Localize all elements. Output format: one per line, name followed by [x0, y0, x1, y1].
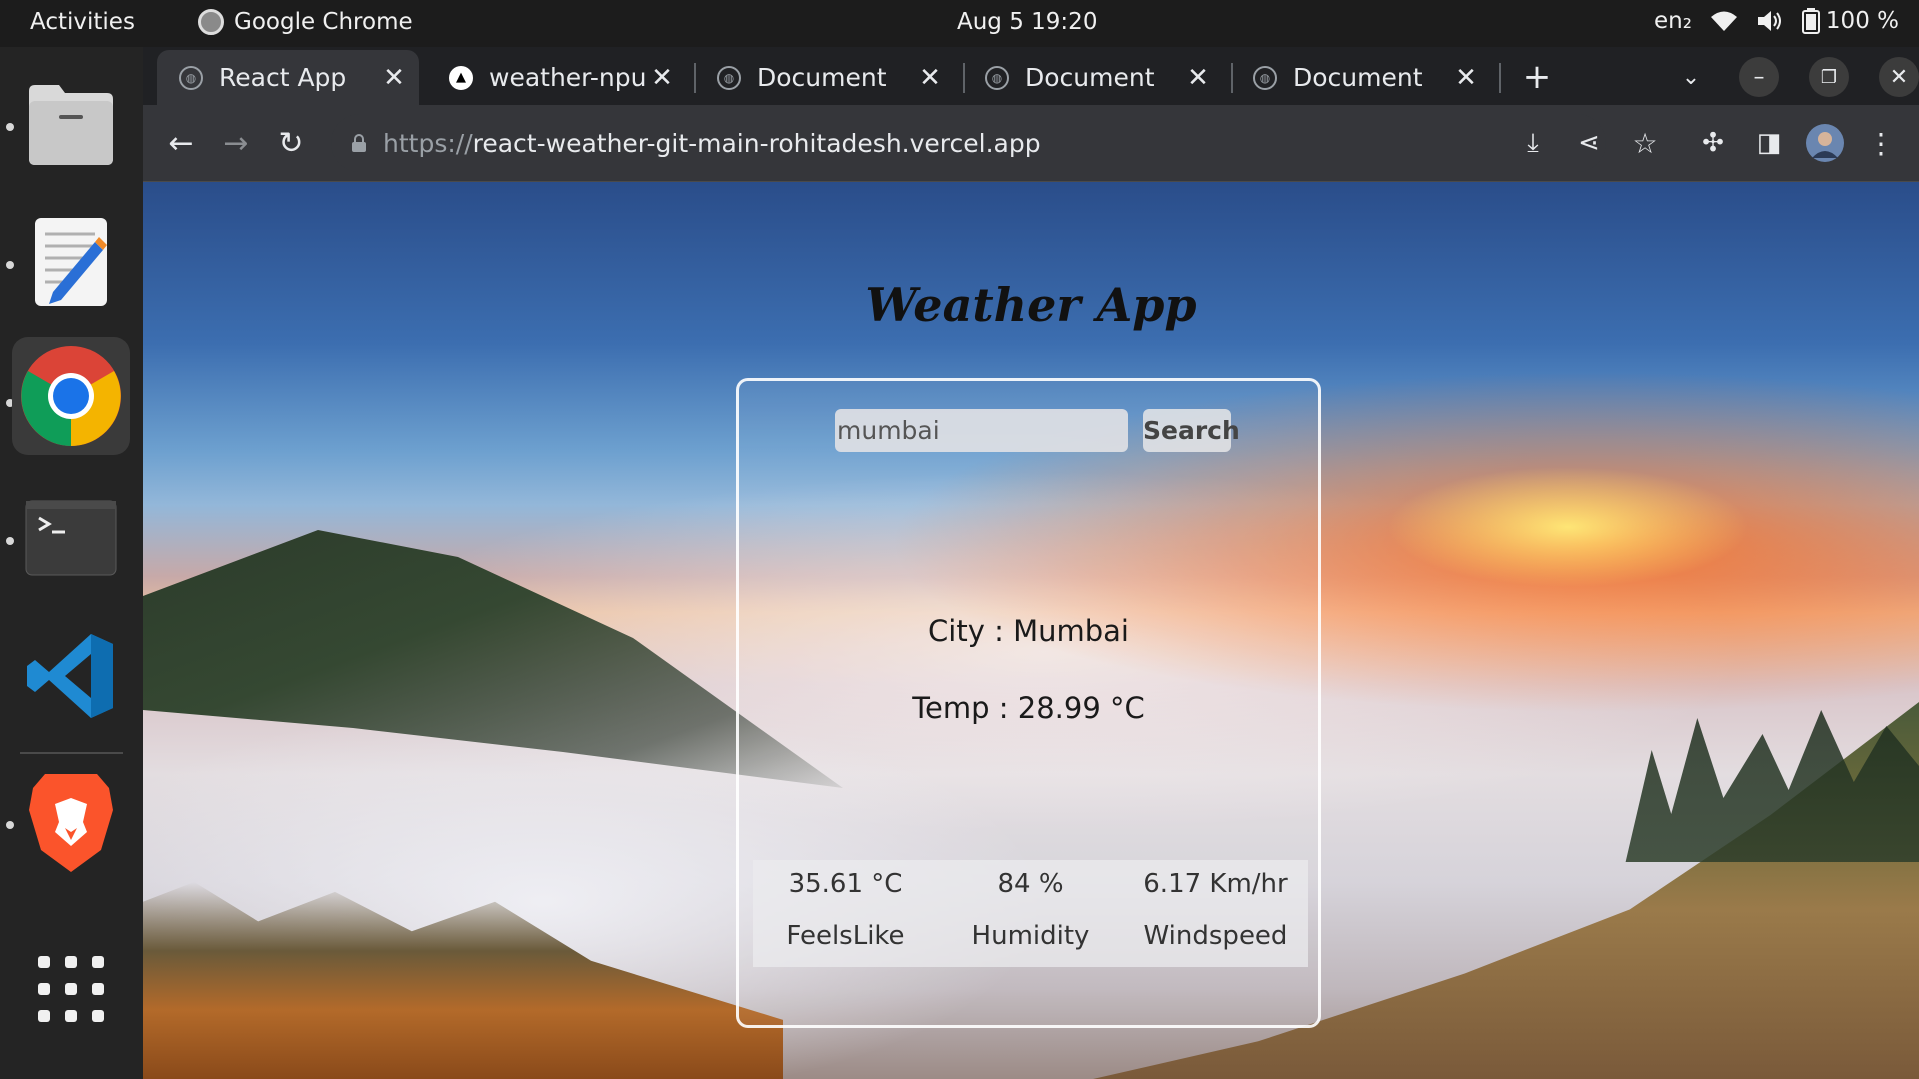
terminal-launcher[interactable] [12, 479, 130, 597]
search-button[interactable]: Search [1143, 409, 1240, 452]
restore-icon[interactable]: ❐ [1809, 57, 1849, 97]
extensions-puzzle-icon[interactable]: ✣ [1691, 121, 1735, 165]
globe-icon: ◍ [179, 65, 203, 90]
show-apps-button[interactable] [12, 919, 130, 1059]
system-tray[interactable]: en₂ 100 % [1654, 8, 1899, 34]
tab-title: React App [219, 63, 347, 92]
more-menu-icon[interactable]: ⋮ [1859, 121, 1903, 165]
globe-icon: ◍ [717, 65, 741, 90]
url-scheme: https:// [383, 128, 473, 158]
close-tab-icon[interactable]: ✕ [379, 63, 409, 93]
chrome-app-icon [198, 9, 224, 35]
close-tab-icon[interactable]: ✕ [1183, 63, 1213, 93]
city-label: City : Mumbai [928, 614, 1129, 648]
background-forest [143, 882, 783, 1079]
volume-icon [1757, 11, 1781, 31]
minimize-icon[interactable]: – [1739, 57, 1779, 97]
vercel-icon: ▲ [449, 65, 473, 90]
close-tab-icon[interactable]: ✕ [647, 63, 677, 93]
dock-separator [20, 752, 123, 754]
lock-icon [352, 134, 366, 152]
battery-indicator[interactable]: 100 % [1801, 8, 1899, 34]
share-icon[interactable]: ⋖ [1567, 121, 1611, 165]
tab-weather-npu[interactable]: ▲ weather-npu ✕ [427, 50, 687, 105]
stat-humidity: 84 % Humidity [938, 860, 1123, 967]
reload-icon[interactable]: ↻ [269, 121, 313, 165]
close-tab-icon[interactable]: ✕ [1451, 63, 1481, 93]
stat-label: FeelsLike [786, 921, 905, 951]
dock [0, 47, 143, 1079]
close-window-icon[interactable]: ✕ [1879, 57, 1919, 97]
text-editor-icon [35, 218, 107, 306]
files-launcher[interactable] [12, 65, 130, 183]
close-tab-icon[interactable]: ✕ [915, 63, 945, 93]
tab-separator [1499, 63, 1501, 93]
stat-value: 84 % [997, 869, 1064, 899]
install-app-icon[interactable]: ⤓ [1511, 121, 1555, 165]
files-icon [29, 85, 113, 165]
app-title: Weather App [865, 278, 1197, 332]
text-editor-launcher[interactable] [12, 203, 130, 321]
temperature-label: Temp : 28.99 °C [912, 691, 1145, 725]
weather-card: Search City : Mumbai Temp : 28.99 °C 35.… [736, 378, 1321, 1028]
brave-icon [29, 774, 113, 872]
vscode-icon [27, 634, 113, 718]
app-grid-icon [38, 956, 104, 1022]
clock[interactable]: Aug 5 19:20 [957, 9, 1097, 35]
address-bar[interactable]: https://react-weather-git-main-rohitades… [331, 114, 1606, 172]
stat-label: Windspeed [1143, 921, 1288, 951]
stat-value: 6.17 Km/hr [1143, 869, 1288, 899]
tab-title: weather-npu [489, 63, 647, 92]
stat-feelslike: 35.61 °C FeelsLike [753, 860, 938, 967]
focused-app-name: Google Chrome [234, 9, 413, 35]
tab-strip: ◍ React App ✕ ▲ weather-npu ✕ ◍ Document… [143, 47, 1919, 105]
vscode-launcher[interactable] [12, 617, 130, 735]
chrome-icon [21, 346, 121, 446]
wifi-icon [1710, 11, 1737, 31]
tab-title: Document [757, 63, 887, 92]
url-host: react-weather-git-main-rohitadesh.vercel… [472, 128, 1041, 158]
focused-app-indicator[interactable]: Google Chrome [198, 9, 413, 35]
stat-value: 35.61 °C [788, 869, 903, 899]
bookmark-star-icon[interactable]: ☆ [1623, 121, 1667, 165]
brave-launcher[interactable] [12, 763, 130, 881]
stat-windspeed: 6.17 Km/hr Windspeed [1123, 860, 1308, 967]
weather-stats-panel: 35.61 °C FeelsLike 84 % Humidity 6.17 Km… [753, 860, 1308, 967]
tab-search-chevron-icon[interactable]: ⌄ [1671, 57, 1711, 97]
background-trees-right [1625, 710, 1919, 862]
forward-arrow-icon[interactable]: → [214, 121, 258, 165]
terminal-icon [25, 500, 117, 576]
new-tab-plus-icon[interactable]: + [1517, 57, 1557, 97]
globe-icon: ◍ [985, 65, 1009, 90]
tab-title: Document [1025, 63, 1155, 92]
chrome-launcher[interactable] [12, 337, 130, 455]
profile-avatar[interactable] [1803, 121, 1847, 165]
web-page: Weather App Search City : Mumbai Temp : … [143, 182, 1919, 1079]
city-search-input[interactable] [835, 409, 1128, 452]
activities-button[interactable]: Activities [30, 9, 135, 35]
side-panel-icon[interactable]: ◨ [1747, 121, 1791, 165]
avatar-icon [1806, 124, 1844, 162]
system-top-bar: Activities Google Chrome Aug 5 19:20 en₂… [0, 0, 1919, 47]
tab-document-3[interactable]: ◍ Document ✕ [1231, 50, 1491, 105]
tab-document-2[interactable]: ◍ Document ✕ [963, 50, 1223, 105]
back-arrow-icon[interactable]: ← [159, 121, 203, 165]
tab-react-app[interactable]: ◍ React App ✕ [157, 50, 419, 105]
globe-icon: ◍ [1253, 65, 1277, 90]
stat-label: Humidity [971, 921, 1090, 951]
input-method-indicator[interactable]: en₂ [1654, 8, 1692, 34]
tab-title: Document [1293, 63, 1423, 92]
browser-toolbar: ← → ↻ https://react-weather-git-main-roh… [143, 105, 1919, 181]
tab-document-1[interactable]: ◍ Document ✕ [695, 50, 955, 105]
battery-icon [1801, 8, 1820, 34]
battery-percent: 100 % [1825, 8, 1899, 34]
